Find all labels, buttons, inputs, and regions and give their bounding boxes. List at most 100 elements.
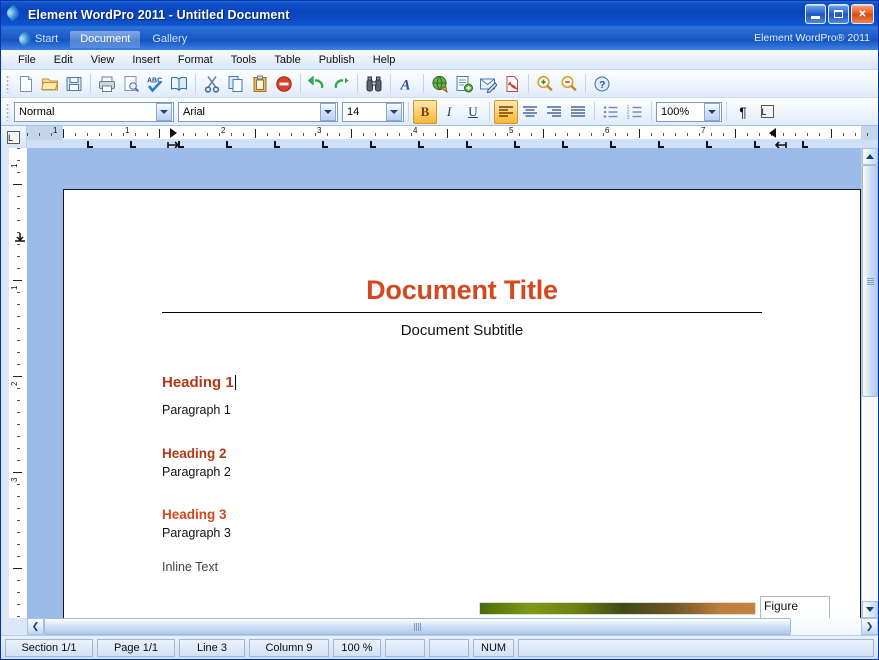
web-globe-icon[interactable] [428,72,452,96]
status-section[interactable]: Section 1/1 [5,638,93,657]
ruler-tab-stop[interactable] [130,141,136,148]
align-center-button[interactable] [518,100,542,124]
status-blank-1[interactable] [385,638,425,657]
menu-table[interactable]: Table [265,52,309,68]
ruler-corner-tab-selector[interactable]: L [1,126,27,148]
status-blank-2[interactable] [429,638,469,657]
horizontal-ruler[interactable]: 1 1 2 3 4 5 6 7 [27,126,878,148]
ruler-tab-stop[interactable] [514,141,520,148]
vertical-ruler[interactable]: 1 1 2 3 [1,148,27,618]
ruler-tab-stop[interactable] [87,141,93,148]
paragraph-style-combo[interactable]: Normal [14,101,174,122]
print-preview-icon[interactable] [119,72,143,96]
open-folder-icon[interactable] [38,72,62,96]
chevron-down-icon[interactable] [320,102,336,121]
menu-tools[interactable]: Tools [222,52,266,68]
toolbar-grip[interactable] [6,102,10,121]
menu-file[interactable]: File [9,52,45,68]
ruler-tab-stop[interactable] [370,141,376,148]
ruler-tab-stop[interactable] [418,141,424,148]
ruler-tab-stop[interactable] [226,141,232,148]
export-pdf-icon[interactable] [500,72,524,96]
menu-view[interactable]: View [82,52,124,68]
status-page[interactable]: Page 1/1 [97,638,175,657]
menu-help[interactable]: Help [364,52,405,68]
vertical-scroll-thumb[interactable] [862,165,878,397]
tab-gallery[interactable]: Gallery [142,31,197,48]
ruler-tab-stop[interactable] [562,141,568,148]
ruler-tab-stop[interactable] [754,141,760,148]
scroll-up-button[interactable] [862,148,878,165]
menu-insert[interactable]: Insert [123,52,169,68]
bold-button[interactable]: B [413,99,437,124]
tab-start[interactable]: Start [9,30,68,48]
menu-edit[interactable]: Edit [45,52,82,68]
figure-caption-box[interactable]: Figure [760,596,830,618]
delete-circle-icon[interactable] [272,72,296,96]
ruler-tab-stop[interactable] [610,141,616,148]
right-indent-handle[interactable] [773,140,787,148]
cut-scissors-icon[interactable] [200,72,224,96]
tab-marker-button[interactable]: L [755,100,779,124]
numbered-list-button[interactable]: 123 [623,100,647,124]
top-margin-marker[interactable] [14,232,25,242]
align-justify-button[interactable] [566,100,590,124]
save-disk-icon[interactable] [62,72,86,96]
font-family-combo[interactable]: Arial [178,101,338,122]
undo-arrow-icon[interactable] [305,72,329,96]
status-line[interactable]: Line 3 [179,638,245,657]
left-indent-marker[interactable] [167,140,180,148]
chevron-down-icon[interactable] [386,102,402,121]
zoom-in-icon[interactable] [533,72,557,96]
tab-document[interactable]: Document [70,30,141,48]
close-button[interactable]: ✕ [851,4,874,24]
ruler-tab-stop[interactable] [706,141,712,148]
send-mail-icon[interactable] [476,72,500,96]
scroll-right-button[interactable]: ❯ [861,618,878,635]
horizontal-scroll-thumb[interactable] [44,618,791,635]
ruler-tab-stop[interactable] [802,141,808,148]
minimize-button[interactable] [805,4,826,24]
new-document-icon[interactable] [14,72,38,96]
status-column[interactable]: Column 9 [249,638,329,657]
ruler-tab-stop[interactable] [274,141,280,148]
scroll-down-button[interactable] [862,601,878,618]
toolbar-grip[interactable] [6,74,10,93]
figure-gradient-image[interactable] [479,602,756,615]
document-page[interactable]: Document Title Document Subtitle Heading… [63,189,861,618]
horizontal-scroll-track[interactable] [44,618,861,635]
document-canvas[interactable]: Document Title Document Subtitle Heading… [27,148,861,618]
status-num-lock[interactable]: NUM [473,638,515,657]
underline-button[interactable]: U [461,100,485,124]
find-binoculars-icon[interactable] [362,72,386,96]
zoom-combo[interactable]: 100% [656,101,722,122]
vertical-scrollbar[interactable] [861,148,878,618]
ruler-tab-stop[interactable] [466,141,472,148]
align-right-button[interactable] [542,100,566,124]
align-left-button[interactable] [494,99,518,124]
copy-pages-icon[interactable] [224,72,248,96]
ruler-tab-stop[interactable] [658,141,664,148]
font-size-combo[interactable]: 14 [342,101,404,122]
chevron-down-icon[interactable] [704,102,720,121]
redo-arrow-icon[interactable] [329,72,353,96]
italic-button[interactable]: I [437,100,461,124]
scroll-left-button[interactable]: ❮ [27,618,44,635]
right-indent-marker[interactable] [769,128,776,138]
insert-form-icon[interactable] [452,72,476,96]
paste-clipboard-icon[interactable] [248,72,272,96]
text-art-a-icon[interactable]: A [395,72,419,96]
maximize-button[interactable] [828,4,849,24]
print-icon[interactable] [95,72,119,96]
help-question-icon[interactable]: ? [590,72,614,96]
dictionary-book-icon[interactable] [167,72,191,96]
menu-format[interactable]: Format [169,52,222,68]
spellcheck-abc-icon[interactable]: ABC [143,72,167,96]
show-formatting-marks-button[interactable]: ¶ [731,100,755,124]
menu-publish[interactable]: Publish [310,52,364,68]
bulleted-list-button[interactable] [599,100,623,124]
vertical-scroll-track[interactable] [862,165,878,601]
chevron-down-icon[interactable] [156,102,172,121]
ruler-tab-stop[interactable] [322,141,328,148]
first-line-indent-marker[interactable] [170,128,177,138]
